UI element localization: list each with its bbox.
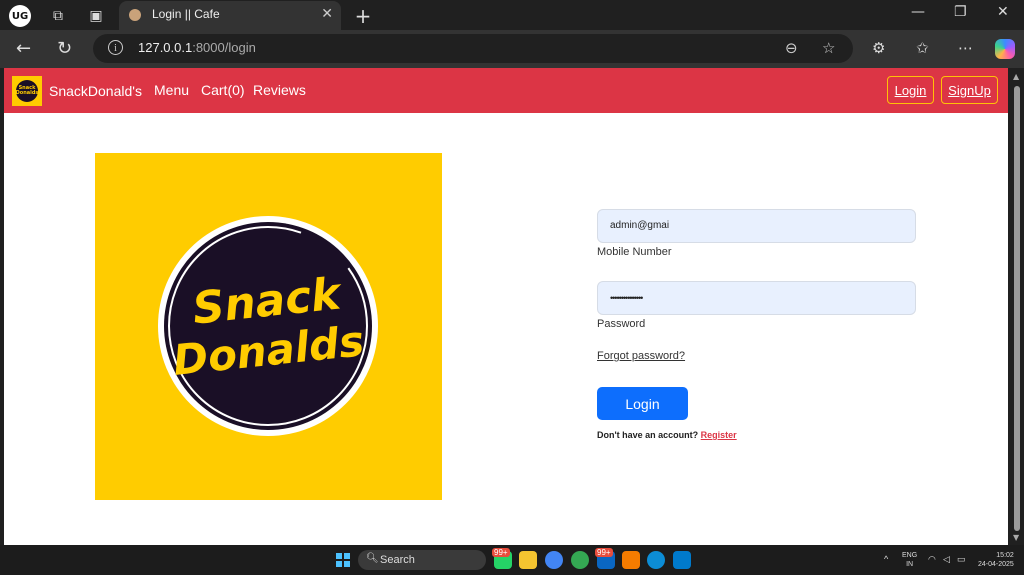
address-toolbar: ← ↻ i 127.0.0.1:8000/login ⊖ ☆ ⚙ ✩ ⋯ (0, 30, 1024, 68)
chrome-profile-icon[interactable] (571, 551, 589, 569)
favorite-star-icon[interactable]: ☆ (822, 39, 835, 57)
minimize-icon[interactable]: — (911, 4, 925, 20)
page-viewport: Snack Donalds SnackDonald's Menu Cart(0)… (4, 68, 1008, 545)
forgot-password-link[interactable]: Forgot password? (597, 350, 685, 362)
windows-start-icon[interactable] (336, 553, 350, 567)
copilot-icon[interactable] (995, 39, 1015, 59)
window-close-icon[interactable]: ✕ (997, 4, 1009, 20)
clock-time: 15:02 (978, 551, 1014, 560)
tab-title: Login || Cafe (152, 7, 220, 21)
tab-actions-icon[interactable]: ▣ (85, 5, 107, 27)
tab-favicon-icon (129, 9, 141, 21)
chrome-icon[interactable] (545, 551, 563, 569)
nav-link-menu[interactable]: Menu (154, 82, 189, 98)
nav-link-reviews[interactable]: Reviews (253, 82, 306, 98)
site-info-icon[interactable]: i (108, 40, 123, 55)
profile-avatar[interactable]: UG (9, 5, 31, 27)
new-tab-icon[interactable]: + (352, 5, 374, 27)
xampp-icon[interactable] (622, 551, 640, 569)
brand-name[interactable]: SnackDonald's (49, 83, 142, 99)
taskbar-search[interactable]: 🔍︎ Search (358, 550, 486, 570)
restore-icon[interactable]: ❐ (954, 4, 967, 20)
login-nav-button[interactable]: Login (887, 76, 934, 104)
scroll-down-icon[interactable]: ▼ (1013, 533, 1019, 542)
tray-overflow-icon[interactable]: ^ (884, 554, 888, 564)
zoom-icon[interactable]: ⊖ (785, 39, 798, 57)
nav-link-cart[interactable]: Cart(0) (201, 82, 245, 98)
brand-logo[interactable]: Snack Donalds (12, 76, 42, 106)
search-label: Search (380, 554, 415, 566)
scroll-up-icon[interactable]: ▲ (1013, 72, 1019, 81)
favorites-icon[interactable]: ✩ (916, 39, 929, 57)
whatsapp-badge: 99+ (492, 548, 510, 557)
clock-date: 24-04-2025 (978, 560, 1014, 569)
vscode-icon[interactable] (673, 551, 691, 569)
browser-tab-bar: UG ⧉ ▣ Login || Cafe ✕ + — ❐ ✕ (0, 0, 1024, 30)
url-field[interactable]: i 127.0.0.1:8000/login ⊖ ☆ (93, 34, 853, 63)
language-indicator[interactable]: ENG IN (902, 551, 917, 569)
whatsapp-icon[interactable]: 99+ (494, 551, 512, 569)
volume-icon[interactable]: ◁ (943, 554, 950, 565)
tab-close-icon[interactable]: ✕ (321, 6, 333, 22)
search-icon: 🔍︎ (366, 553, 379, 564)
system-clock[interactable]: 15:02 24-04-2025 (978, 551, 1014, 569)
no-account-label: Don't have an account? (597, 430, 698, 440)
url-text: 127.0.0.1:8000/login (138, 40, 256, 55)
battery-icon[interactable]: ▭ (957, 554, 966, 565)
register-link[interactable]: Register (701, 430, 737, 440)
workspaces-icon[interactable]: ⧉ (47, 5, 69, 27)
more-menu-icon[interactable]: ⋯ (958, 39, 973, 57)
snack-donalds-logo: Snack Donalds (95, 153, 442, 500)
no-account-text: Don't have an account? Register (597, 430, 737, 440)
language-line1: ENG (902, 551, 917, 560)
mail-icon[interactable]: 99+ (597, 551, 615, 569)
brand-logo-text: Snack Donalds (16, 80, 38, 102)
password-label: Password (597, 318, 645, 330)
extensions-icon[interactable]: ⚙ (872, 39, 885, 57)
mobile-number-label: Mobile Number (597, 246, 672, 258)
login-submit-button[interactable]: Login (597, 387, 688, 420)
file-explorer-icon[interactable] (519, 551, 537, 569)
windows-taskbar: 🔍︎ Search 99+ 99+ ^ ENG IN ◠ ◁ ▭ 15:02 2… (0, 545, 1024, 575)
wifi-icon[interactable]: ◠ (928, 554, 936, 565)
scroll-thumb[interactable] (1014, 86, 1020, 531)
mail-badge: 99+ (595, 548, 613, 557)
mobile-number-input[interactable]: admin@gmai (597, 209, 916, 243)
edge-icon[interactable] (647, 551, 665, 569)
hero-logo-image: Snack Donalds (95, 153, 442, 500)
site-navbar: Snack Donalds SnackDonald's Menu Cart(0)… (4, 68, 1008, 113)
refresh-icon[interactable]: ↻ (57, 38, 72, 59)
language-line2: IN (902, 560, 917, 569)
browser-tab-active[interactable]: Login || Cafe ✕ (119, 1, 341, 30)
signup-nav-button[interactable]: SignUp (941, 76, 998, 104)
back-icon[interactable]: ← (16, 38, 31, 59)
page-scrollbar[interactable]: ▲ ▼ (1010, 68, 1024, 545)
password-input[interactable]: ••••••••••••••• (597, 281, 916, 315)
